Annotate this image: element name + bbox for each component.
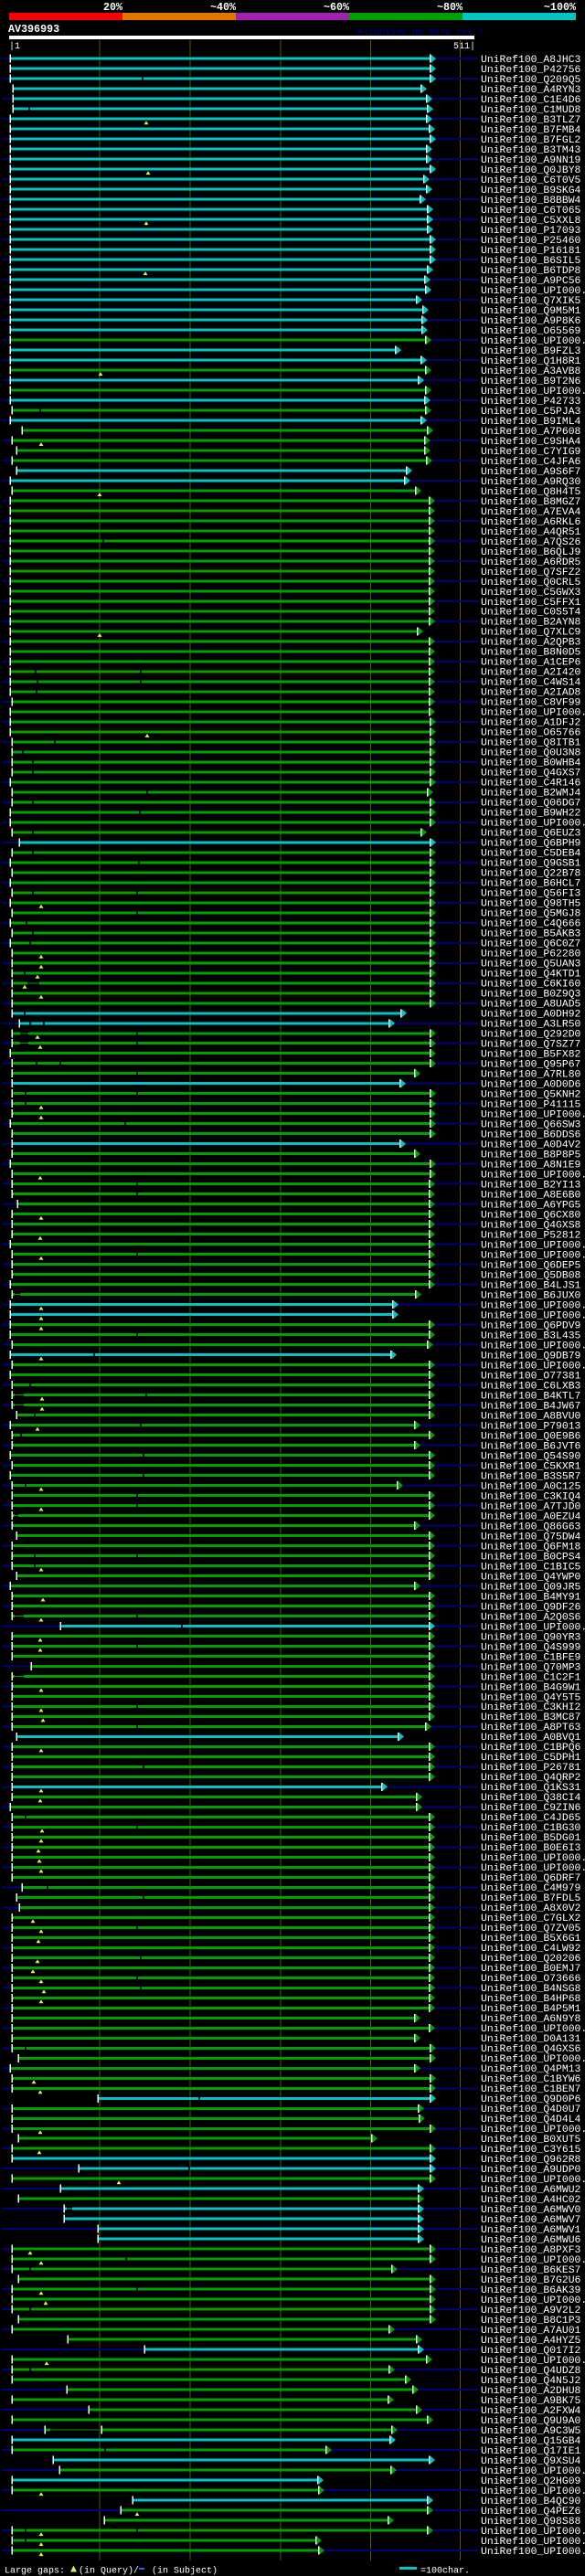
svg-text:20%: 20% [103,1,123,14]
svg-text:(in Query)/: (in Query)/ [79,2566,139,2576]
svg-text:(in Subject): (in Subject) [152,2566,218,2576]
svg-text:~60%: ~60% [324,1,350,14]
svg-text:~40%: ~40% [210,1,237,14]
svg-text:~80%: ~80% [437,1,463,14]
svg-text:Large gaps:: Large gaps: [5,2567,65,2576]
svg-text:UniRef100_UPI000..: UniRef100_UPI000.. [481,2547,585,2558]
svg-text:511|: 511| [453,41,475,52]
svg-text:=100char.: =100char. [420,2566,470,2576]
svg-text:|1: |1 [9,41,20,52]
svg-text:~100%: ~100% [544,1,577,14]
svg-text:AV396993: AV396993 [8,23,59,36]
